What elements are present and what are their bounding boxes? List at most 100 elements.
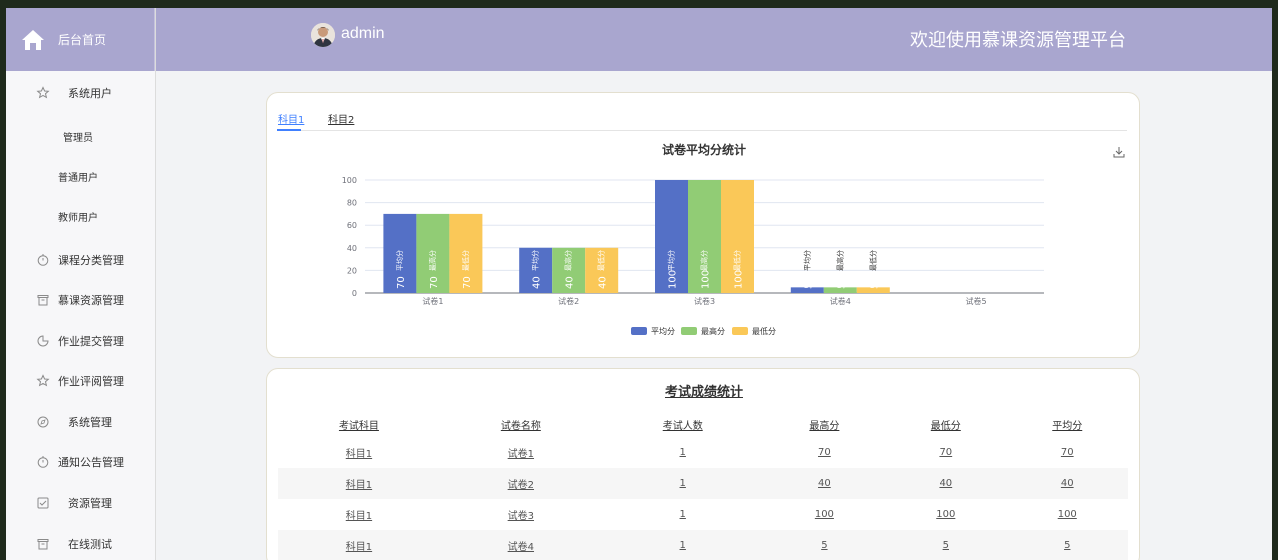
sidebar-item-1[interactable]: 系统用户 xyxy=(6,81,156,105)
table-cell[interactable]: 试卷3 xyxy=(440,499,602,530)
tab-subject1[interactable]: 科目1 xyxy=(278,111,304,126)
user-name[interactable]: admin xyxy=(341,25,385,43)
table-cell[interactable]: 1 xyxy=(602,499,764,530)
legend-label: 平均分 xyxy=(651,326,675,336)
table-cell[interactable]: 1 xyxy=(602,437,764,468)
table-cell[interactable]: 科目1 xyxy=(278,468,440,499)
legend-label: 最低分 xyxy=(752,326,776,336)
sidebar-item-label: 作业评阅管理 xyxy=(58,375,124,388)
table-cell[interactable]: 5 xyxy=(763,530,886,560)
sidebar-item-6[interactable]: 系统管理 xyxy=(6,410,156,434)
welcome-title: 欢迎使用慕课资源管理平台 xyxy=(910,30,1126,51)
sidebar-item-9[interactable]: 在线测试 xyxy=(6,532,156,556)
table-cell[interactable]: 100 xyxy=(764,499,885,530)
sidebar-item-label: 作业提交管理 xyxy=(58,335,124,348)
table-row: 科目1 试卷2 1 40 40 40 xyxy=(278,468,1128,499)
sidebar-item-2[interactable]: 课程分类管理 xyxy=(6,248,156,272)
chart-card: 科目1 科目2 试卷平均分统计 0 20 40 60 80 100 试卷1 70 平均分 70 最高… xyxy=(266,92,1140,358)
table-cell[interactable]: 试卷2 xyxy=(439,468,602,499)
column-header[interactable]: 试卷名称 xyxy=(440,411,602,437)
download-icon[interactable] xyxy=(1113,143,1125,162)
top-header: admin 欢迎使用慕课资源管理平台 xyxy=(156,8,1272,71)
column-header[interactable]: 考试人数 xyxy=(602,411,764,437)
column-header[interactable]: 考试科目 xyxy=(278,411,440,437)
table-cell[interactable]: 70 xyxy=(1007,437,1128,468)
table-cell[interactable]: 100 xyxy=(885,499,1006,530)
table-cell[interactable]: 科目1 xyxy=(278,530,440,560)
column-header[interactable]: 最低分 xyxy=(885,411,1006,437)
table-row: 科目1 试卷4 1 5 5 5 xyxy=(278,530,1128,560)
bar-series-label: 最高分 xyxy=(428,250,437,271)
table-cell[interactable]: 1 xyxy=(601,468,764,499)
table-cell[interactable]: 试卷4 xyxy=(439,530,602,560)
table-cell[interactable]: 100 xyxy=(1007,499,1128,530)
clock-icon xyxy=(36,253,50,267)
sidebar-item-8[interactable]: 资源管理 xyxy=(6,491,156,515)
legend-swatch xyxy=(631,327,647,335)
table-cell[interactable]: 40 xyxy=(1006,468,1128,499)
bar-value-label: 70 xyxy=(396,276,407,289)
column-header[interactable]: 平均分 xyxy=(1007,411,1128,437)
avatar[interactable] xyxy=(311,23,335,47)
bar-value-label: 70 xyxy=(429,276,440,289)
bar-chart: 020406080100试卷170平均分70最高分70最低分试卷240平均分40… xyxy=(342,176,1044,336)
column-header[interactable]: 最高分 xyxy=(764,411,885,437)
sidebar-item-label: 系统用户 xyxy=(68,87,112,100)
table-cell[interactable]: 科目1 xyxy=(278,499,440,530)
home-label: 后台首页 xyxy=(58,33,107,47)
legend-swatch xyxy=(732,327,748,335)
bar-series-label: 最高分 xyxy=(700,250,709,271)
table-cell[interactable]: 70 xyxy=(764,437,885,468)
sidebar-subitem-2[interactable]: 普通用户 xyxy=(58,169,98,184)
x-tick-label: 试卷4 xyxy=(830,296,851,306)
trash-icon xyxy=(36,293,50,307)
bar-series-label: 最低分 xyxy=(868,250,877,271)
bar-series-label: 平均分 xyxy=(802,250,811,271)
sidebar-subitem-3[interactable]: 教师用户 xyxy=(58,209,98,224)
table-cell[interactable]: 试卷1 xyxy=(440,437,602,468)
table-cell[interactable]: 1 xyxy=(601,530,764,560)
bar-series-label: 最低分 xyxy=(733,250,742,271)
tab-subject2[interactable]: 科目2 xyxy=(328,111,354,126)
legend-swatch xyxy=(681,327,697,335)
table-row: 科目1 试卷3 1 100 100 100 xyxy=(278,499,1128,530)
table-cell[interactable]: 40 xyxy=(763,468,886,499)
table-cell[interactable]: 5 xyxy=(1006,530,1128,560)
table-title: 考试成绩统计 xyxy=(664,385,743,400)
check-icon xyxy=(36,496,50,510)
y-tick-label: 60 xyxy=(347,221,357,230)
sidebar-item-label: 资源管理 xyxy=(68,497,112,510)
sidebar: 后台首页 系统用户课程分类管理 慕课资源管理作业提交管理 作业评阅管理系统管理通知公… xyxy=(6,8,156,560)
table-cell[interactable]: 5 xyxy=(885,530,1007,560)
y-tick-label: 100 xyxy=(342,176,357,185)
legend-label: 最高分 xyxy=(701,326,725,336)
bar-value-label: 5 xyxy=(803,283,814,289)
table-cell[interactable]: 40 xyxy=(885,468,1007,499)
app-window: 后台首页 系统用户课程分类管理 慕课资源管理作业提交管理 作业评阅管理系统管理通知公… xyxy=(6,8,1272,560)
sidebar-item-4[interactable]: 作业提交管理 xyxy=(6,329,156,353)
sidebar-subitem-1[interactable]: 管理员 xyxy=(63,129,93,144)
table-row: 科目1 试卷1 1 70 70 70 xyxy=(278,437,1128,468)
home-link[interactable]: 后台首页 xyxy=(6,8,155,71)
pie-icon xyxy=(36,334,50,348)
home-icon xyxy=(22,29,44,50)
y-tick-label: 20 xyxy=(347,266,357,275)
sidebar-item-label: 通知公告管理 xyxy=(58,456,124,469)
y-tick-label: 80 xyxy=(347,199,357,208)
y-tick-label: 0 xyxy=(352,289,357,298)
sidebar-item-3[interactable]: 慕课资源管理 xyxy=(6,288,156,312)
bar-series-label: 最低分 xyxy=(597,250,606,271)
table-cell[interactable]: 科目1 xyxy=(278,437,440,468)
bar-value-label: 40 xyxy=(565,276,576,289)
bar-series-label: 平均分 xyxy=(531,250,540,271)
bar-value-label: 5 xyxy=(869,283,880,289)
x-tick-label: 试卷2 xyxy=(558,296,579,306)
bar-series-label: 平均分 xyxy=(667,250,676,271)
bar-value-label: 70 xyxy=(462,276,473,289)
bar-series-label: 最高分 xyxy=(835,250,844,271)
sidebar-item-5[interactable]: 作业评阅管理 xyxy=(6,369,156,393)
x-tick-label: 试卷3 xyxy=(694,296,715,306)
sidebar-item-7[interactable]: 通知公告管理 xyxy=(6,450,156,474)
table-cell[interactable]: 70 xyxy=(885,437,1006,468)
bar-series-label: 平均分 xyxy=(395,250,404,271)
